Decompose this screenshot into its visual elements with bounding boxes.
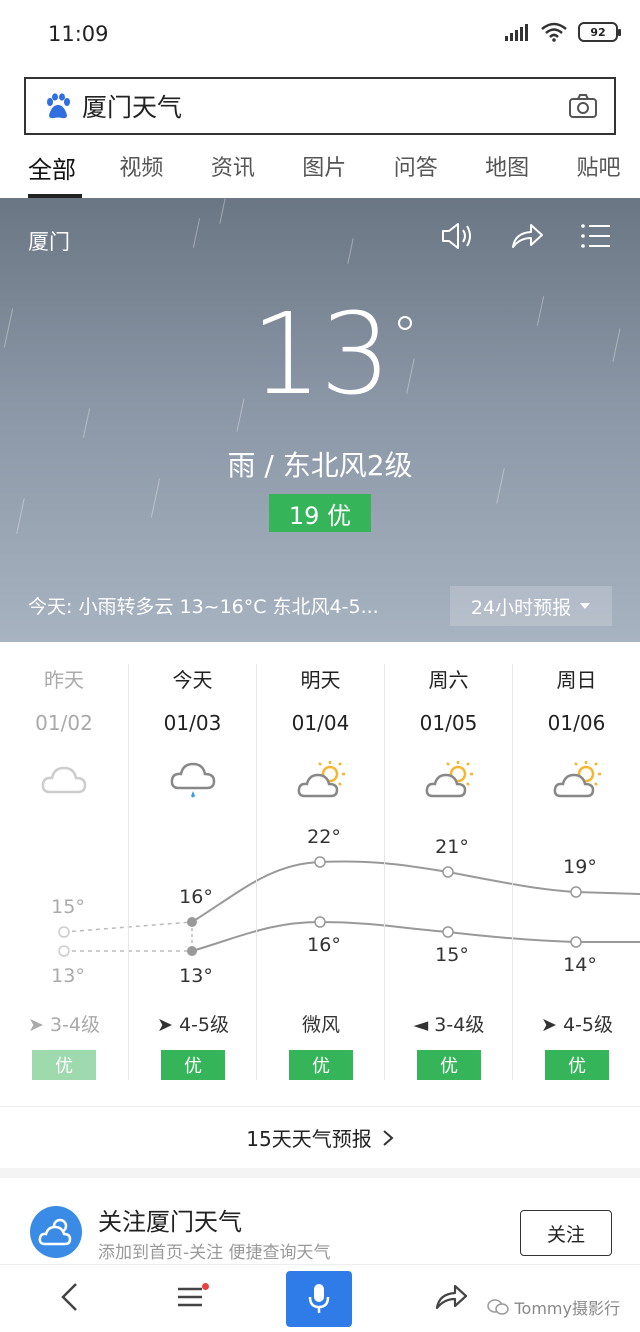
- follow-title: 关注厦门天气: [98, 1208, 242, 1236]
- follow-card: 关注厦门天气 添加到首页-关注 便捷查询天气 关注: [0, 1188, 640, 1264]
- low-temp-label: 13°: [179, 965, 213, 987]
- forecast-day-label: 明天: [300, 668, 341, 692]
- forecast-wind: ◄ 3-4级: [413, 1014, 485, 1036]
- follow-subtitle: 添加到首页-关注 便捷查询天气: [98, 1243, 331, 1263]
- city-name: 厦门: [28, 230, 70, 254]
- baidu-paw-icon: [47, 93, 70, 119]
- forecast-aq-badge: 优: [32, 1050, 96, 1080]
- tab-all[interactable]: 全部: [28, 138, 91, 198]
- high-temp-label: 15°: [51, 896, 85, 918]
- low-temp-label: 14°: [563, 954, 597, 976]
- forecast-wind: ➤ 4-5级: [540, 1014, 613, 1036]
- menu-icon[interactable]: [580, 220, 612, 252]
- forecast-wind: 微风: [301, 1014, 340, 1036]
- forecast-date: 01/06: [547, 711, 606, 735]
- forecast-day-yesterday[interactable]: 昨天 01/02 ➤ 3-4级 优: [0, 664, 128, 1080]
- tab-tieba[interactable]: 贴吧: [577, 138, 640, 198]
- status-icons: 92: [504, 22, 621, 42]
- search-tabs: 全部 视频 资讯 图片 问答 地图 贴吧: [0, 138, 640, 198]
- forecast-date: 01/02: [35, 711, 93, 735]
- high-temp-label: 21°: [435, 836, 469, 858]
- current-temperature: 13: [250, 290, 392, 420]
- back-icon[interactable]: [58, 1281, 82, 1313]
- sun-cloud-icon: [553, 761, 601, 798]
- today-summary: 今天: 小雨转多云 13~16°C 东北风4-5...: [28, 596, 379, 618]
- aqi-badge[interactable]: 19 优: [269, 494, 371, 532]
- degree-icon: [398, 316, 412, 330]
- forecast-date: 01/05: [419, 711, 478, 735]
- rain-cloud-icon: [170, 762, 216, 798]
- status-bar: 11:09 92: [0, 0, 640, 68]
- forecast-aq-badge: 优: [161, 1050, 225, 1080]
- low-temp-label: 13°: [51, 965, 85, 987]
- caret-down-icon: [580, 603, 591, 609]
- search-bar[interactable]: [24, 77, 616, 135]
- camera-icon[interactable]: [568, 93, 598, 119]
- voice-search-button[interactable]: [286, 1271, 352, 1327]
- forecast-day-today[interactable]: 今天 01/03 ➤ 4-5级 优: [128, 664, 256, 1080]
- status-time: 11:09: [48, 22, 109, 46]
- share-icon[interactable]: [510, 220, 544, 252]
- wifi-icon: [541, 22, 567, 42]
- tab-qa[interactable]: 问答: [394, 138, 457, 198]
- chevron-right-icon: [383, 1129, 394, 1146]
- forecast-aq-badge: 优: [545, 1050, 609, 1080]
- high-temp-label: 22°: [307, 826, 341, 848]
- forecast-aq-badge: 优: [417, 1050, 481, 1080]
- low-temp-label: 16°: [307, 934, 341, 956]
- current-condition: 雨 / 东北风2级: [227, 449, 413, 482]
- high-temp-label: 19°: [563, 856, 597, 878]
- forecast-date: 01/03: [163, 711, 222, 735]
- hourly-forecast-button[interactable]: 24小时预报: [450, 586, 612, 626]
- forecast-wind: ➤ 4-5级: [156, 1014, 229, 1036]
- menu-icon[interactable]: [176, 1281, 204, 1313]
- follow-button[interactable]: 关注: [520, 1210, 612, 1256]
- tab-video[interactable]: 视频: [119, 138, 182, 198]
- forecast-aq-badge: 优: [289, 1050, 353, 1080]
- weather-hero: 厦门 13 雨 / 东北风2级 19 优 今天: 小雨转多云 13~16°C 东…: [0, 198, 640, 642]
- fifteen-day-label: 15天天气预报: [246, 1127, 372, 1151]
- forecast-day-tomorrow[interactable]: 明天 01/04 微风 优: [256, 664, 384, 1080]
- microphone-icon: [308, 1284, 330, 1313]
- low-temp-label: 15°: [435, 944, 469, 966]
- forecast-day-label: 周日: [556, 668, 597, 692]
- search-input[interactable]: [82, 87, 552, 125]
- forecast-day-label: 昨天: [44, 668, 84, 692]
- tab-map[interactable]: 地图: [485, 138, 548, 198]
- forecast-day-label: 周六: [428, 668, 469, 692]
- notification-dot: [202, 1283, 209, 1290]
- forecast-day-saturday[interactable]: 周六 01/05 ◄ 3-4级 优: [384, 664, 512, 1080]
- forecast-date: 01/04: [291, 711, 350, 735]
- battery-icon: 92: [578, 22, 621, 42]
- hourly-forecast-label: 24小时预报: [470, 596, 572, 619]
- cloud-icon: [41, 766, 87, 794]
- tab-images[interactable]: 图片: [302, 138, 365, 198]
- bottom-nav: Tommy摄影行: [0, 1264, 640, 1332]
- sun-cloud-icon: [425, 761, 473, 798]
- forecast-day-label: 今天: [172, 668, 213, 692]
- weather-app-icon: [30, 1206, 82, 1258]
- forecast-wind: ➤ 3-4级: [27, 1014, 100, 1036]
- wechat-icon: [486, 1299, 509, 1315]
- signal-icon: [505, 24, 528, 41]
- high-temp-label: 16°: [179, 886, 213, 908]
- fifteen-day-forecast-link[interactable]: 15天天气预报: [0, 1106, 640, 1178]
- daily-forecast: 昨天 01/02 ➤ 3-4级 优 今天 01/03 ➤ 4-5级 优 明天 0…: [0, 642, 640, 1082]
- watermark-text: Tommy摄影行: [514, 1299, 621, 1318]
- share-icon[interactable]: [434, 1281, 468, 1313]
- tab-news[interactable]: 资讯: [211, 138, 274, 198]
- watermark: Tommy摄影行: [486, 1295, 621, 1319]
- speaker-icon[interactable]: [440, 220, 474, 252]
- hero-actions: [440, 220, 612, 252]
- sun-cloud-icon: [297, 761, 345, 798]
